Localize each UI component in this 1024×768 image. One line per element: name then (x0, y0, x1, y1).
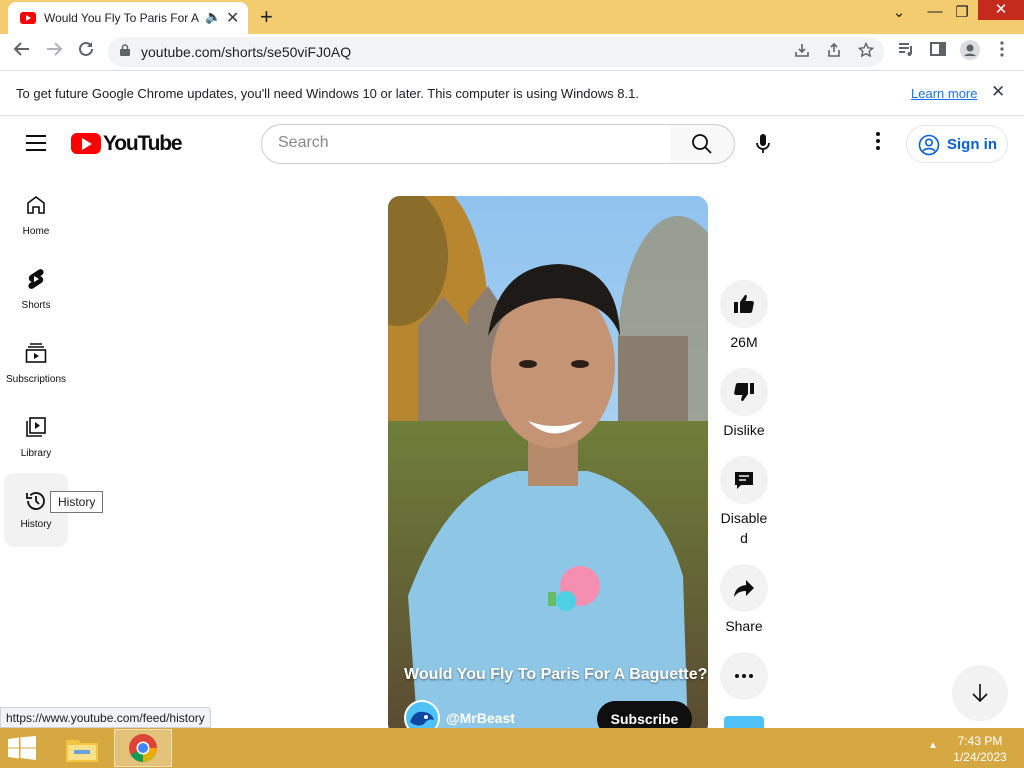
windows-taskbar: ▲ 7:43 PM 1/24/2023 (0, 728, 1024, 768)
reload-icon (79, 41, 93, 56)
next-short-button[interactable] (952, 665, 1008, 721)
share-label: Share (725, 618, 763, 634)
search-input[interactable] (278, 134, 658, 152)
clock-time[interactable]: 7:43 PM (944, 734, 1016, 748)
comments-label-line2: d (740, 530, 748, 546)
video-frame (388, 196, 708, 736)
back-arrow-icon (13, 42, 29, 56)
shorts-video-player[interactable]: Would You Fly To Paris For A Baguette? @… (388, 196, 708, 736)
account-circle-icon (918, 134, 940, 156)
nav-subscriptions-label: Subscriptions (5, 374, 67, 385)
restore-button[interactable]: ❐ (947, 3, 977, 21)
tab-title: Would You Fly To Paris For A (44, 11, 199, 25)
browser-toolbar: youtube.com/shorts/se50viFJ0AQ (0, 34, 1024, 70)
forward-arrow-icon (47, 42, 63, 56)
voice-search-button[interactable] (744, 125, 782, 163)
search-icon (692, 134, 712, 154)
chrome-logo-icon (129, 734, 157, 762)
speaker-icon[interactable]: 🔈 (205, 9, 221, 25)
share-page-icon[interactable] (826, 42, 842, 63)
install-app-icon[interactable] (794, 42, 810, 63)
tab-close-button[interactable]: ✕ (226, 8, 239, 28)
comments-button[interactable] (720, 456, 768, 504)
vertical-dots-icon (876, 132, 880, 150)
side-panel-icon[interactable] (926, 40, 950, 63)
nav-home-label: Home (22, 226, 50, 237)
tray-expand-icon[interactable]: ▲ (928, 740, 938, 751)
address-bar[interactable]: youtube.com/shorts/se50viFJ0AQ (108, 37, 884, 67)
horizontal-dots-icon (735, 674, 753, 678)
comment-icon (735, 472, 753, 489)
nav-history-label: History (20, 519, 52, 530)
sign-in-button[interactable]: Sign in (906, 125, 1008, 163)
clock-date[interactable]: 1/24/2023 (944, 750, 1016, 764)
window-close-button[interactable]: ✕ (978, 0, 1024, 20)
dislike-label: Dislike (723, 422, 765, 438)
back-button[interactable] (10, 40, 34, 63)
channel-name[interactable]: @MrBeast (446, 710, 515, 726)
library-icon (26, 417, 46, 437)
thumbs-down-icon (734, 383, 754, 402)
file-explorer-button[interactable] (60, 730, 104, 766)
folder-icon (66, 740, 98, 762)
bookmark-star-icon[interactable] (857, 41, 875, 63)
nav-home[interactable]: Home (4, 181, 68, 255)
search-box[interactable] (261, 124, 673, 164)
media-control-icon[interactable] (894, 40, 918, 63)
subscriptions-icon (25, 343, 47, 363)
browser-menu-icon[interactable] (990, 40, 1014, 63)
profile-avatar-icon[interactable] (958, 40, 982, 65)
sign-in-label: Sign in (947, 136, 997, 153)
new-tab-button[interactable]: + (260, 4, 273, 30)
learn-more-link[interactable]: Learn more (911, 86, 977, 101)
youtube-wordmark[interactable]: YouTube (103, 132, 183, 156)
nav-subscriptions[interactable]: Subscriptions (4, 329, 68, 403)
more-actions-button[interactable] (720, 652, 768, 700)
nav-library-label: Library (20, 448, 52, 459)
start-button[interactable] (8, 736, 38, 760)
share-arrow-icon (734, 580, 754, 597)
reload-button[interactable] (74, 40, 98, 63)
update-infobar: To get future Google Chrome updates, you… (0, 70, 1024, 116)
shorts-icon (28, 269, 44, 289)
youtube-header: YouTube Sign in (0, 117, 1024, 173)
windows-logo-icon (8, 736, 36, 760)
search-button[interactable] (671, 124, 735, 164)
browser-tab-strip: Would You Fly To Paris For A 🔈 ✕ + ⌄ — ❐… (0, 0, 1024, 34)
browser-tab[interactable]: Would You Fly To Paris For A 🔈 ✕ (8, 2, 248, 34)
comments-label-line1: Disable (720, 510, 768, 526)
minimize-button[interactable]: — (920, 3, 950, 20)
microphone-icon (756, 134, 770, 153)
history-tooltip: History (50, 491, 104, 513)
nav-shorts-label: Shorts (21, 300, 51, 311)
short-title[interactable]: Would You Fly To Paris For A Baguette? (404, 666, 707, 684)
infobar-message: To get future Google Chrome updates, you… (16, 86, 639, 101)
arrow-down-icon (972, 684, 988, 703)
youtube-favicon-icon (20, 12, 36, 24)
history-icon (26, 492, 45, 510)
share-button[interactable] (720, 564, 768, 612)
youtube-logo-icon[interactable] (71, 133, 101, 154)
url-text[interactable]: youtube.com/shorts/se50viFJ0AQ (141, 44, 351, 60)
infobar-close-button[interactable]: ✕ (991, 82, 1005, 102)
forward-button[interactable] (42, 40, 66, 63)
nav-shorts[interactable]: Shorts (4, 255, 68, 329)
sound-thumbnail[interactable] (724, 716, 764, 728)
tab-search-button[interactable]: ⌄ (884, 3, 914, 21)
settings-menu-button[interactable] (866, 131, 890, 157)
like-button[interactable] (720, 280, 768, 328)
home-icon (27, 196, 45, 214)
lock-icon[interactable] (120, 44, 130, 56)
nav-library[interactable]: Library (4, 403, 68, 477)
like-count: 26M (730, 334, 758, 350)
status-bar-url: https://www.youtube.com/feed/history (0, 707, 211, 728)
thumbs-up-icon (734, 294, 754, 313)
hamburger-menu-icon[interactable] (26, 135, 46, 151)
chrome-taskbar-button[interactable] (114, 729, 172, 767)
dislike-button[interactable] (720, 368, 768, 416)
